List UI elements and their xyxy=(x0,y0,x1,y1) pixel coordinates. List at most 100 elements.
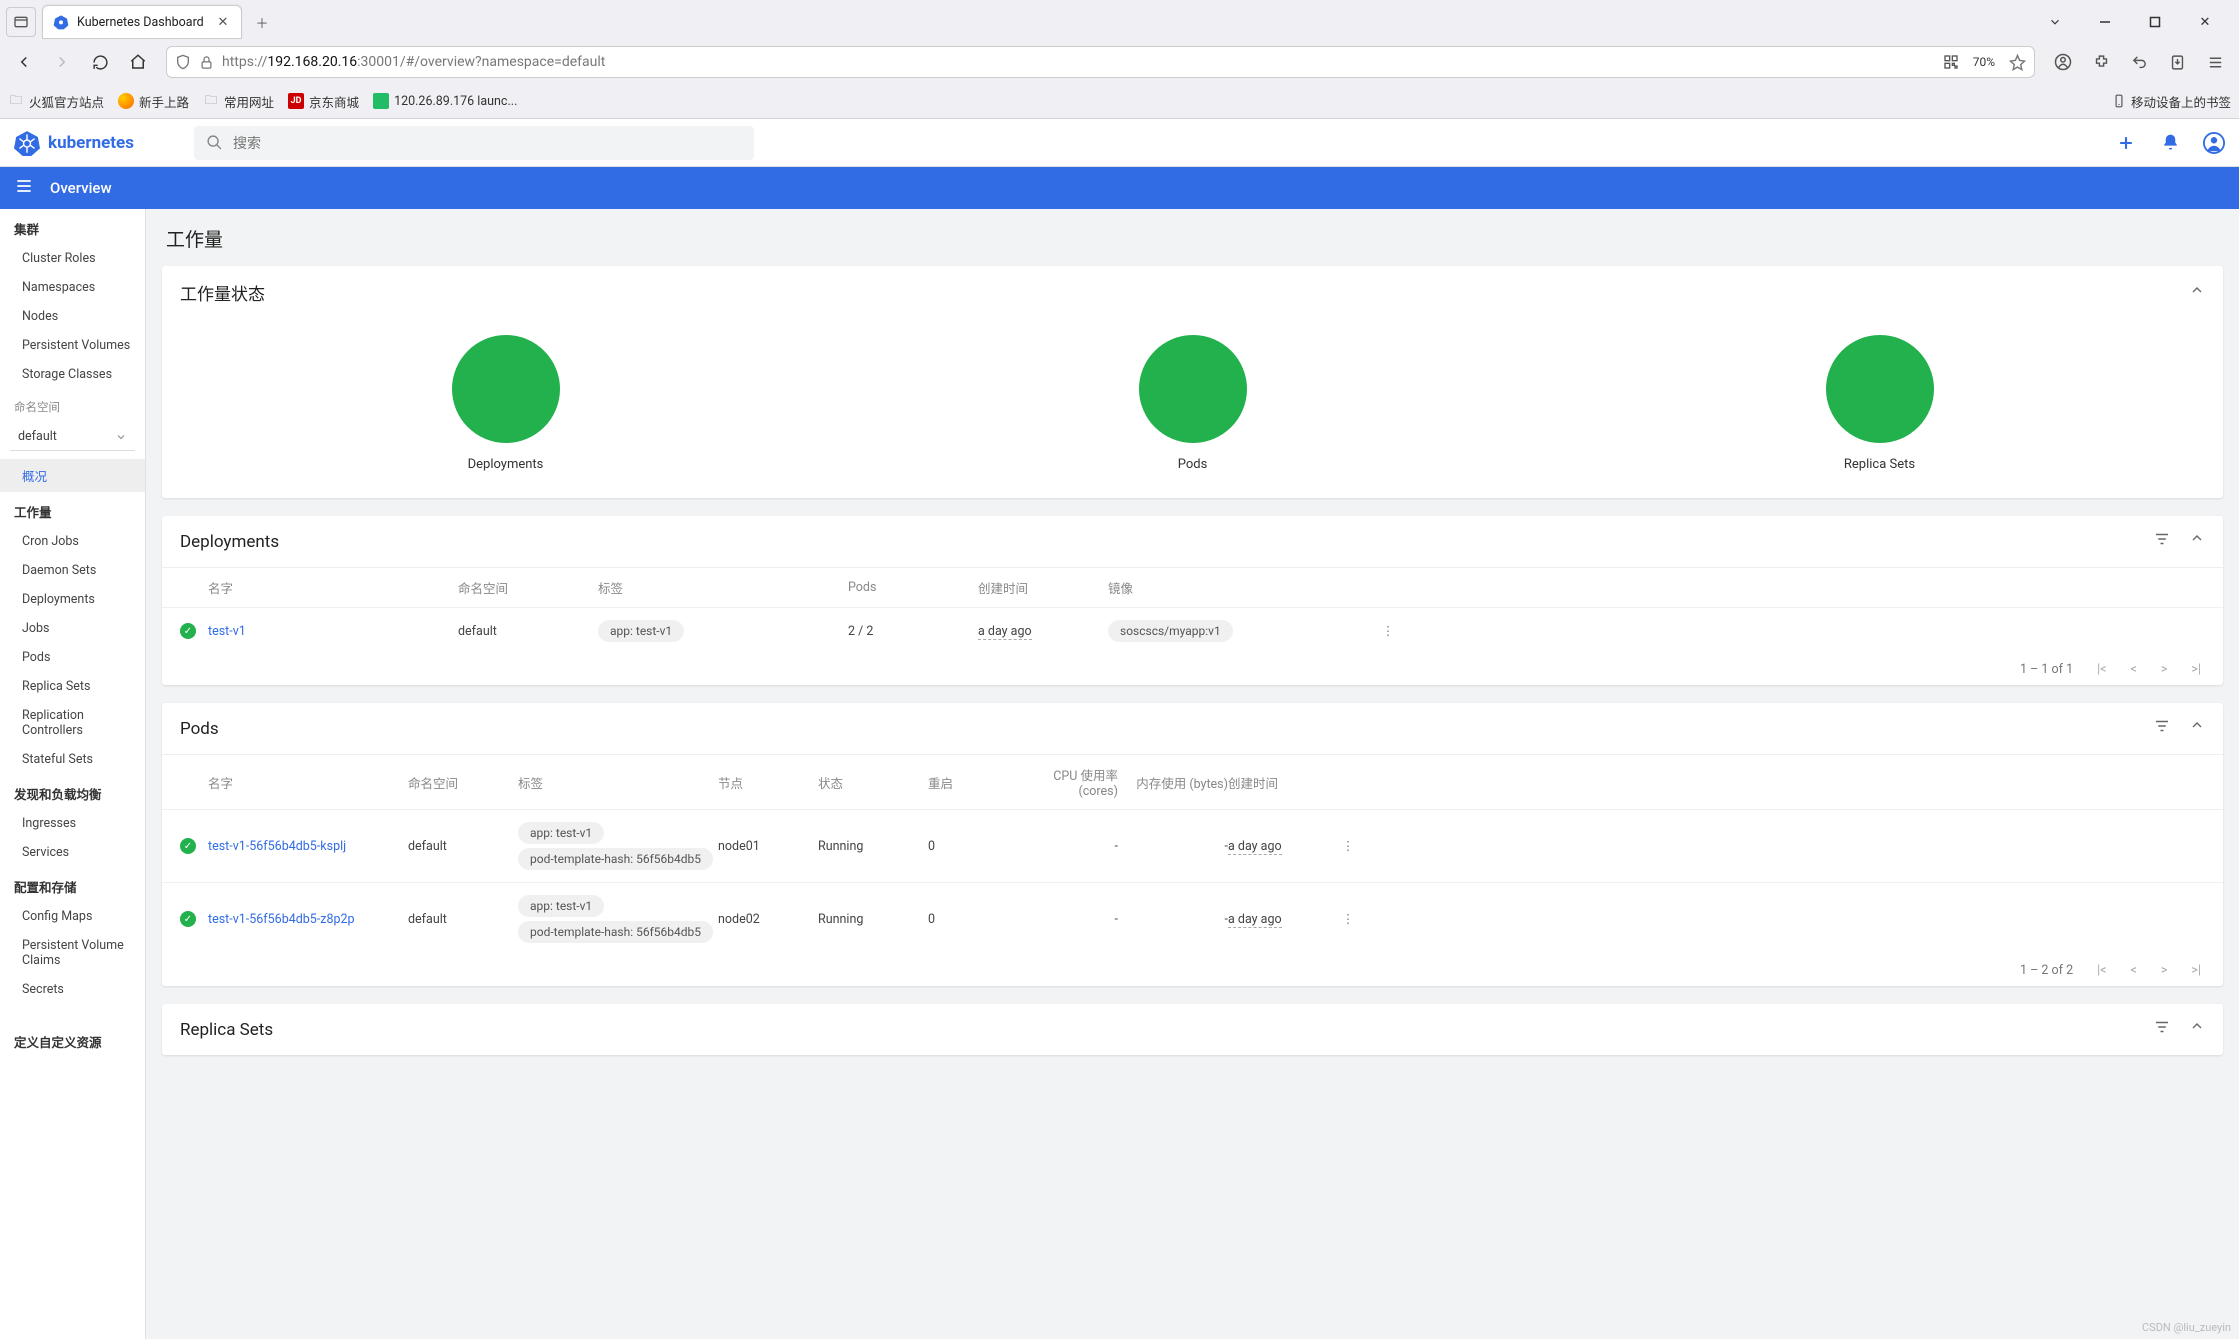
bookmark-folder[interactable]: 🗀火狐官方站点 xyxy=(8,92,104,111)
browser-tab[interactable]: Kubernetes Dashboard ✕ xyxy=(42,5,242,39)
pod-link[interactable]: test-v1-56f56b4db5-z8p2p xyxy=(208,912,408,927)
sidebar-item-ingresses[interactable]: Ingresses xyxy=(0,809,145,838)
sidebar-item-replicasets[interactable]: Replica Sets xyxy=(0,672,145,701)
create-button[interactable] xyxy=(2115,132,2137,154)
minimize-button[interactable] xyxy=(2089,6,2121,38)
sidebar-item-cronjobs[interactable]: Cron Jobs xyxy=(0,527,145,556)
table-header: 名字 命名空间 标签 Pods 创建时间 镜像 xyxy=(162,567,2223,607)
bookmark-item[interactable]: JD京东商城 xyxy=(288,92,359,111)
sidebar-item-statefulsets[interactable]: Stateful Sets xyxy=(0,745,145,774)
collapse-button[interactable] xyxy=(2189,717,2205,740)
label-chip: app: test-v1 xyxy=(518,822,604,844)
prev-page-button[interactable]: < xyxy=(2131,963,2137,978)
last-page-button[interactable]: >| xyxy=(2191,662,2201,677)
firefox-icon xyxy=(118,93,134,109)
row-menu-button[interactable]: ⋮ xyxy=(1328,911,1368,927)
sidebar-item-deployments[interactable]: Deployments xyxy=(0,585,145,614)
sidebar-item-cluster-roles[interactable]: Cluster Roles xyxy=(0,244,145,273)
bookmark-folder[interactable]: 🗀常用网址 xyxy=(203,92,274,111)
last-page-button[interactable]: >| xyxy=(2191,963,2201,978)
sidebar-item-pods[interactable]: Pods xyxy=(0,643,145,672)
back-button[interactable] xyxy=(8,46,40,78)
sidebar-item-overview[interactable]: 概况 xyxy=(0,459,145,492)
status-ok-icon: ✓ xyxy=(180,838,196,854)
qr-icon[interactable] xyxy=(1943,54,1959,70)
sidebar-item-storage-classes[interactable]: Storage Classes xyxy=(0,360,145,389)
list-tabs-button[interactable] xyxy=(2039,6,2071,38)
row-menu-button[interactable]: ⋮ xyxy=(1368,623,1408,639)
top-actions xyxy=(2115,132,2225,154)
search-box[interactable] xyxy=(194,126,754,160)
status-pods: Pods xyxy=(1139,335,1247,472)
deployment-link[interactable]: test-v1 xyxy=(208,624,458,639)
first-page-button[interactable]: |< xyxy=(2097,662,2106,677)
sidebar-item-daemonsets[interactable]: Daemon Sets xyxy=(0,556,145,585)
filter-button[interactable] xyxy=(2153,717,2171,740)
url-bar[interactable]: https://192.168.20.16:30001/#/overview?n… xyxy=(166,46,2035,78)
sidebar-header-discovery: 发现和负载均衡 xyxy=(0,774,145,809)
status-deployments: Deployments xyxy=(452,335,560,472)
namespace-selector[interactable]: default xyxy=(10,423,135,451)
status-ok-icon: ✓ xyxy=(180,623,196,639)
bookmarks-bar: 🗀火狐官方站点 新手上路 🗀常用网址 JD京东商城 120.26.89.176 … xyxy=(0,84,2239,118)
prev-page-button[interactable]: < xyxy=(2131,662,2137,677)
user-menu-button[interactable] xyxy=(2203,132,2225,154)
sidebar-item-secrets[interactable]: Secrets xyxy=(0,975,145,1004)
sidebar-item-replication-controllers[interactable]: Replication Controllers xyxy=(0,701,145,745)
tab-title: Kubernetes Dashboard xyxy=(77,15,207,30)
folder-icon: 🗀 xyxy=(203,93,219,109)
filter-button[interactable] xyxy=(2153,530,2171,553)
timestamp: a day ago xyxy=(1228,839,1282,855)
close-window-button[interactable]: ✕ xyxy=(2189,6,2221,38)
recent-browsing-button[interactable] xyxy=(6,7,36,37)
main-content: 工作量 工作量状态 Deployments Pods Replica Sets … xyxy=(146,209,2239,1339)
save-page-button[interactable] xyxy=(2161,46,2193,78)
account-button[interactable] xyxy=(2047,46,2079,78)
card-title: Replica Sets xyxy=(180,1020,273,1040)
filter-button[interactable] xyxy=(2153,1018,2171,1041)
row-menu-button[interactable]: ⋮ xyxy=(1328,838,1368,854)
donut-chart-icon xyxy=(1139,335,1247,443)
pods-card: Pods 名字 命名空间 标签 节点 状态 重启 CPU 使用率 (cores)… xyxy=(162,703,2223,986)
k8s-logo[interactable]: kubernetes xyxy=(14,130,134,156)
mobile-icon xyxy=(2112,94,2126,108)
k8s-topbar: kubernetes xyxy=(0,119,2239,167)
star-icon[interactable] xyxy=(2009,54,2026,71)
collapse-button[interactable] xyxy=(2189,1018,2205,1041)
chevron-down-icon xyxy=(115,431,127,443)
sidebar-header-cluster: 集群 xyxy=(0,209,145,244)
sidebar-item-pvc[interactable]: Persistent Volume Claims xyxy=(0,931,145,975)
maximize-button[interactable] xyxy=(2139,6,2171,38)
close-icon[interactable]: ✕ xyxy=(215,14,231,30)
donut-chart-icon xyxy=(452,335,560,443)
sidebar-item-services[interactable]: Services xyxy=(0,838,145,867)
pod-link[interactable]: test-v1-56f56b4db5-ksplj xyxy=(208,839,408,854)
forward-button[interactable] xyxy=(46,46,78,78)
search-input[interactable] xyxy=(233,135,742,151)
menu-toggle-button[interactable] xyxy=(14,176,34,200)
sidebar-item-nodes[interactable]: Nodes xyxy=(0,302,145,331)
new-tab-button[interactable]: ＋ xyxy=(248,8,276,36)
card-title: Deployments xyxy=(180,532,279,552)
next-page-button[interactable]: > xyxy=(2161,963,2168,978)
zoom-level[interactable]: 70% xyxy=(1967,53,2001,71)
k8s-wheel-icon xyxy=(14,130,40,156)
undo-close-button[interactable] xyxy=(2123,46,2155,78)
collapse-button[interactable] xyxy=(2189,282,2205,303)
sidebar-item-namespaces[interactable]: Namespaces xyxy=(0,273,145,302)
next-page-button[interactable]: > xyxy=(2161,662,2168,677)
mobile-bookmarks[interactable]: 移动设备上的书签 xyxy=(2112,92,2231,111)
sidebar-item-jobs[interactable]: Jobs xyxy=(0,614,145,643)
collapse-button[interactable] xyxy=(2189,530,2205,553)
app-menu-button[interactable] xyxy=(2199,46,2231,78)
extensions-button[interactable] xyxy=(2085,46,2117,78)
sidebar-item-persistent-volumes[interactable]: Persistent Volumes xyxy=(0,331,145,360)
bookmark-item[interactable]: 新手上路 xyxy=(118,92,189,111)
first-page-button[interactable]: |< xyxy=(2097,963,2106,978)
bookmark-item[interactable]: 120.26.89.176 launc... xyxy=(373,93,517,109)
reload-button[interactable] xyxy=(84,46,116,78)
home-button[interactable] xyxy=(122,46,154,78)
notifications-button[interactable] xyxy=(2159,132,2181,154)
sidebar-item-configmaps[interactable]: Config Maps xyxy=(0,902,145,931)
image-chip: soscscs/myapp:v1 xyxy=(1108,620,1233,642)
